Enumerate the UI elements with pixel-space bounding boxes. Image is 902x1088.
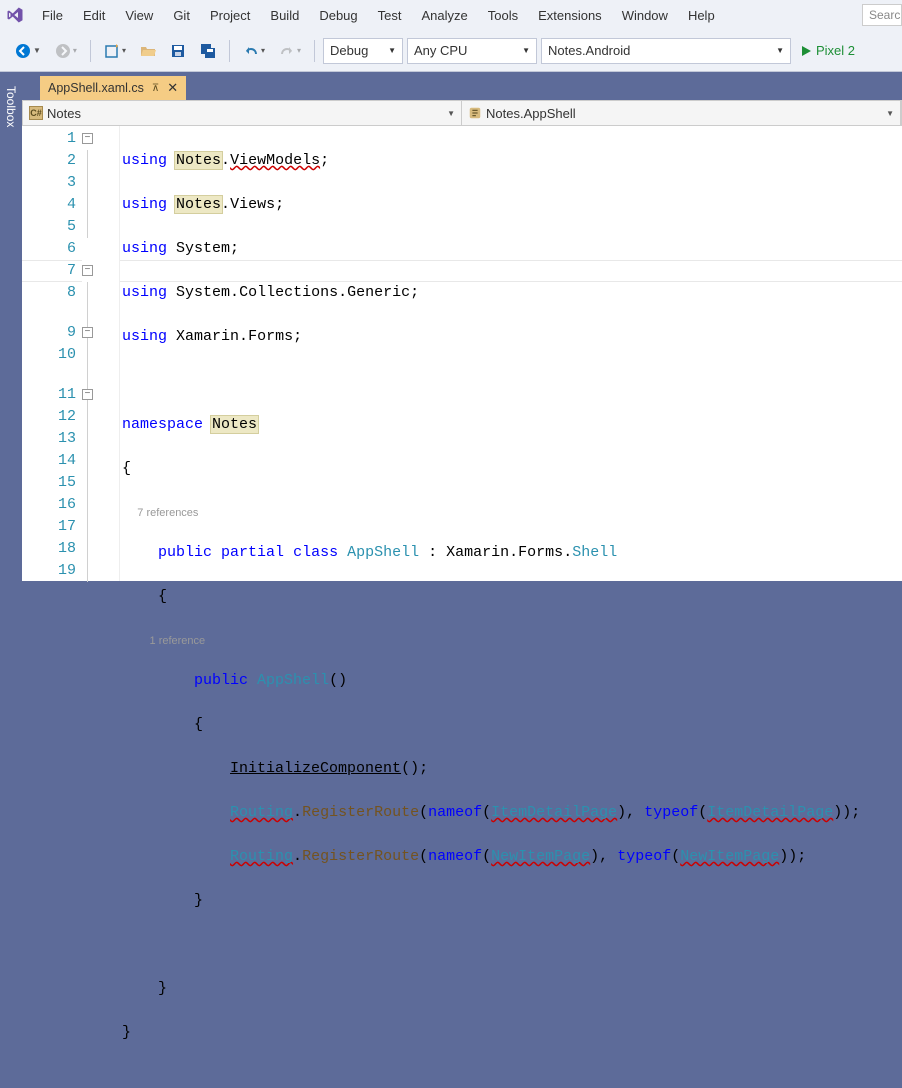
new-project-icon [104,43,120,59]
menu-git[interactable]: Git [163,4,200,27]
menu-extensions[interactable]: Extensions [528,4,612,27]
codelens-ctor[interactable]: 1 reference [150,635,206,647]
outline-gutter[interactable]: − − − − [82,126,120,581]
config-value: Debug [330,43,368,58]
menu-analyze[interactable]: Analyze [411,4,477,27]
config-dropdown[interactable]: Debug▼ [323,38,403,64]
codelens-class[interactable]: 7 references [137,507,198,519]
fold-toggle[interactable]: − [82,133,93,144]
save-all-icon [200,43,216,59]
menu-window[interactable]: Window [612,4,678,27]
fold-toggle[interactable]: − [82,265,93,276]
open-button[interactable] [135,38,161,64]
fold-toggle[interactable]: − [82,327,93,338]
save-all-button[interactable] [195,38,221,64]
redo-icon [279,43,295,59]
menu-build[interactable]: Build [260,4,309,27]
class-icon [468,106,482,120]
menu-debug[interactable]: Debug [309,4,367,27]
document-well: AppShell.xaml.cs ⊼ ✕ C#Notes ▼ Notes.App… [22,72,902,581]
nav-scope-label: Notes [47,106,81,121]
line-numbers: 123456 78910 111213141516171819 [42,126,82,581]
startup-value: Notes.Android [548,43,630,58]
code-nav-bar: C#Notes ▼ Notes.AppShell ▼ [22,100,902,126]
menu-help[interactable]: Help [678,4,725,27]
separator [314,40,315,62]
search-input[interactable]: Search [862,4,902,26]
forward-arrow-icon [55,43,71,59]
separator [90,40,91,62]
undo-icon [243,43,259,59]
undo-button[interactable]: ▾ [238,38,270,64]
menu-project[interactable]: Project [200,4,260,27]
nav-forward-button[interactable]: ▾ [50,38,82,64]
nav-type-label: Notes.AppShell [486,106,576,121]
new-project-button[interactable]: ▾ [99,38,131,64]
nav-type-dropdown[interactable]: Notes.AppShell ▼ [462,101,901,125]
code-editor[interactable]: 123456 78910 111213141516171819 − − − − [22,126,902,581]
fold-toggle[interactable]: − [82,389,93,400]
menu-test[interactable]: Test [368,4,412,27]
folder-open-icon [140,43,156,59]
redo-button[interactable]: ▾ [274,38,306,64]
platform-dropdown[interactable]: Any CPU▼ [407,38,537,64]
play-icon [800,45,812,57]
file-tab-active[interactable]: AppShell.xaml.cs ⊼ ✕ [40,76,186,100]
menu-edit[interactable]: Edit [73,4,115,27]
run-target-label: Pixel 2 [816,43,855,58]
toolbox-side-tab[interactable]: Toolbox [0,72,22,138]
menu-file[interactable]: File [32,4,73,27]
platform-value: Any CPU [414,43,467,58]
save-button[interactable] [165,38,191,64]
close-icon[interactable]: ✕ [167,80,178,96]
separator [229,40,230,62]
main-toolbar: ▼ ▾ ▾ ▾ ▾ Debug▼ Any CPU▼ Notes.Android▼… [0,30,902,72]
back-arrow-icon [15,43,31,59]
run-button[interactable]: Pixel 2 [795,38,860,64]
pin-icon[interactable]: ⊼ [152,83,159,94]
menu-tools[interactable]: Tools [478,4,528,27]
nav-back-button[interactable]: ▼ [10,38,46,64]
save-icon [170,43,186,59]
menu-bar: File Edit View Git Project Build Debug T… [0,0,902,30]
vs-logo-icon [6,6,24,24]
file-tab-label: AppShell.xaml.cs [48,81,144,95]
file-tab-strip: AppShell.xaml.cs ⊼ ✕ [22,72,902,100]
breakpoint-gutter[interactable] [22,126,42,581]
csharp-icon: C# [29,106,43,120]
startup-dropdown[interactable]: Notes.Android▼ [541,38,791,64]
nav-scope-dropdown[interactable]: C#Notes ▼ [23,101,462,125]
menu-view[interactable]: View [115,4,163,27]
code-content[interactable]: using Notes.ViewModels; using Notes.View… [120,126,902,581]
